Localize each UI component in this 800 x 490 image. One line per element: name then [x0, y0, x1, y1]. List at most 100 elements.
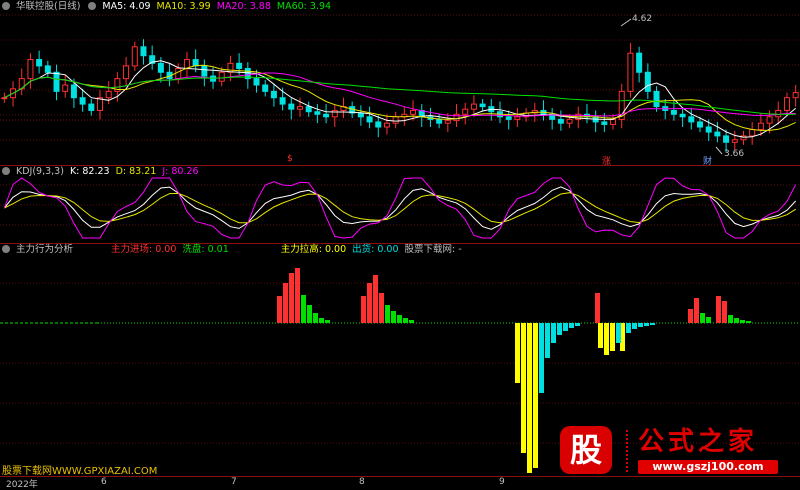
- candle-body: [105, 90, 112, 99]
- candle-body: [62, 84, 69, 92]
- candle-body: [714, 131, 721, 137]
- candle-body: [288, 103, 295, 110]
- candle-body: [392, 116, 399, 124]
- indicator-bar: [289, 273, 294, 323]
- axis-tick-sep: 9: [499, 477, 505, 487]
- indicator-bar: [700, 313, 705, 323]
- candle-body: [262, 84, 269, 92]
- indicator-bar: [307, 305, 312, 323]
- candle-body: [783, 97, 790, 111]
- indicator-bar: [545, 323, 550, 358]
- indicator-bar: [283, 283, 288, 323]
- candle-body: [366, 116, 373, 123]
- indicator-bar: [610, 323, 615, 351]
- indicator-bar: [694, 298, 699, 323]
- indicator-bar: [722, 301, 727, 323]
- indicator-bar: [301, 295, 306, 323]
- candle-body: [383, 122, 390, 128]
- candle-body: [679, 113, 686, 118]
- candle-body: [557, 118, 564, 124]
- logo-url: www.gszj100.com: [638, 460, 778, 474]
- indicator-bar: [563, 323, 568, 331]
- high-pointer: [620, 18, 632, 27]
- indicator-bar: [295, 268, 300, 323]
- axis-tick-aug: 8: [359, 477, 365, 487]
- indicator-bar: [706, 317, 711, 323]
- candle-body: [79, 97, 86, 105]
- indicator-bar: [409, 320, 414, 323]
- candle-body: [357, 112, 364, 118]
- candle-body: [723, 135, 730, 143]
- candle-body: [88, 103, 95, 111]
- indicator-bar: [557, 323, 562, 335]
- candlestick-pane[interactable]: 华联控股(日线) MA5: 4.09 MA10: 3.99 MA20: 3.88 MA6…: [0, 0, 800, 167]
- indicator-bar: [551, 323, 556, 343]
- indicator-bar: [403, 318, 408, 323]
- candle-body: [670, 109, 677, 115]
- candle-body: [444, 120, 451, 124]
- logo-name: 公式之家: [638, 427, 759, 457]
- candle-body: [227, 62, 234, 73]
- candle-body: [27, 59, 34, 80]
- candle-body: [775, 109, 782, 118]
- high-price-label: 4.62: [632, 14, 653, 24]
- candle-body: [123, 65, 130, 80]
- logo-divider: [626, 430, 628, 472]
- indicator-bar: [539, 323, 544, 393]
- indicator-bar: [533, 323, 538, 468]
- indicator-bar: [397, 315, 402, 323]
- indicator-bar: [688, 309, 693, 323]
- candle-body: [305, 106, 312, 113]
- indicator-bar: [373, 275, 378, 323]
- kdj-pane[interactable]: KDJ(9,3,3) K: 82.23 D: 83.21 J: 80.26: [0, 165, 800, 243]
- candle-body: [210, 75, 217, 82]
- site-logo: 股 公式之家 www.gszj100.com: [560, 426, 780, 482]
- candle-body: [749, 129, 756, 137]
- candle-body: [53, 71, 60, 92]
- candle-body: [601, 121, 608, 125]
- candle-body: [314, 111, 321, 115]
- candle-body: [270, 90, 277, 99]
- candle-body: [201, 65, 208, 77]
- kdj-j-line: [3, 177, 797, 239]
- indicator-bar: [598, 323, 603, 348]
- low-pointer: [715, 146, 723, 155]
- candle-body: [479, 103, 486, 108]
- indicator-bar: [361, 296, 366, 323]
- ma20-line: [4, 72, 796, 117]
- candlestick-chart: [0, 14, 800, 155]
- candle-body: [731, 139, 738, 143]
- candle-body: [636, 52, 643, 73]
- indicator-bar: [367, 283, 372, 323]
- indicator-bar: [385, 305, 390, 323]
- indicator-bar: [319, 318, 324, 323]
- indicator-bar: [391, 311, 396, 323]
- indicator-bar: [616, 323, 621, 343]
- candle-body: [644, 71, 651, 92]
- indicator-bar: [740, 320, 745, 323]
- time-axis[interactable]: 2022年 6 7 8 9: [0, 476, 800, 490]
- candle-body: [192, 59, 199, 67]
- indicator-bar: [716, 296, 721, 323]
- candle-body: [279, 97, 286, 105]
- indicator-bar: [277, 296, 282, 323]
- logo-mark: 股: [560, 426, 612, 474]
- event-flag-1[interactable]: $: [287, 154, 293, 164]
- indicator-bar: [644, 323, 649, 326]
- candle-body: [792, 92, 799, 99]
- indicator-bar: [527, 323, 532, 473]
- candle-body: [131, 46, 138, 67]
- axis-tick-jun: 6: [101, 477, 107, 487]
- indicator-bar: [632, 323, 637, 329]
- candle-body: [157, 62, 164, 73]
- watermark-text: 股票下载网WWW.GPXIAZAI.COM: [2, 466, 158, 477]
- candle-body: [140, 46, 147, 57]
- candle-body: [44, 65, 51, 73]
- candle-body: [462, 108, 469, 115]
- indicator-bar: [604, 323, 609, 355]
- candle-body: [1, 97, 8, 100]
- kdj-chart: [0, 177, 800, 239]
- indicator-bar: [521, 323, 526, 453]
- indicator-bar: [379, 293, 384, 323]
- indicator-bar: [325, 320, 330, 323]
